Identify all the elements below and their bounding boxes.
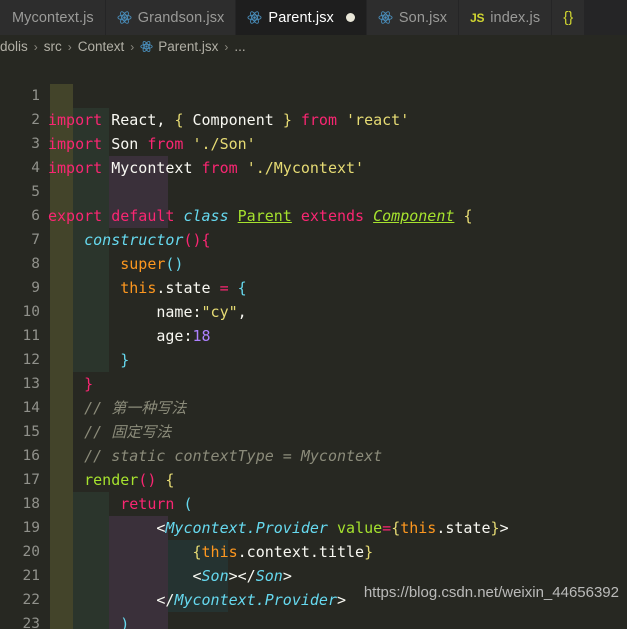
code-line: 9 name:"cy", [0, 252, 627, 321]
javascript-icon: JS [470, 10, 485, 25]
react-icon [140, 40, 153, 53]
code-line: 15 // static contextType = Mycontext [0, 396, 627, 465]
code-line: 20 <Son></Son> [0, 516, 627, 585]
breadcrumb-item-context[interactable]: Context [78, 39, 125, 54]
react-icon [378, 10, 393, 25]
tab-label: Mycontext.js [12, 9, 94, 26]
breadcrumb-item-file[interactable]: Parent.jsx [158, 39, 218, 54]
tab-parent-jsx[interactable]: Parent.jsx [236, 0, 367, 35]
watermark-url: https://blog.csdn.net/weixin_44656392 [363, 584, 619, 601]
tab-mycontext-js[interactable]: Mycontext.js [0, 0, 106, 35]
tab-son-jsx[interactable]: Son.jsx [366, 0, 460, 35]
chevron-right-icon: › [130, 39, 135, 54]
tab-grandson-jsx[interactable]: Grandson.jsx [105, 0, 237, 35]
tab-label: Grandson.jsx [137, 9, 225, 26]
breadcrumb: dolis › src › Context › Parent.jsx › ... [0, 35, 627, 58]
chevron-right-icon: › [33, 39, 38, 54]
code-line: 21 </Mycontext.Provider> [0, 540, 627, 609]
code-line: 3 import Mycontext from './Mycontext' [0, 108, 627, 177]
code-line: 5 export default class Parent extends Co… [0, 156, 627, 225]
code-line: 4 [0, 132, 627, 176]
code-line: 24 } [0, 612, 627, 629]
breadcrumb-item-src[interactable]: src [44, 39, 62, 54]
code-line: 14 // 固定写法 [0, 372, 627, 441]
unsaved-changes-dot[interactable] [345, 13, 355, 22]
code-line: 12 } [0, 324, 627, 393]
chevron-right-icon: › [224, 39, 229, 54]
react-icon [247, 10, 262, 25]
code-line: 7 super() [0, 204, 627, 273]
tab-label: Son.jsx [398, 9, 448, 26]
code-editor[interactable]: 1 import React, { Component } from 'reac… [0, 58, 627, 629]
tab-index-js[interactable]: JS index.js [459, 0, 553, 35]
json-brace-icon: {} [563, 9, 574, 26]
code-line: 6 constructor(){ [0, 180, 627, 249]
code-lines: 1 import React, { Component } from 'reac… [0, 58, 627, 629]
code-line: 8 this.state = { [0, 228, 627, 297]
tab-json-file[interactable]: {} [552, 0, 586, 35]
code-line: 10 age:18 [0, 276, 627, 345]
tab-label: index.js [490, 9, 541, 26]
code-line: 17 return ( [0, 444, 627, 513]
code-line: 18 <Mycontext.Provider value={this.state… [0, 468, 627, 537]
code-line: 1 import React, { Component } from 'reac… [0, 60, 627, 129]
breadcrumb-item-root[interactable]: dolis [0, 39, 28, 54]
breadcrumb-item-overflow[interactable]: ... [234, 39, 245, 54]
code-line: 11 } [0, 300, 627, 369]
editor-tab-bar: Mycontext.js Grandson.jsx Parent.jsx Son… [0, 0, 627, 35]
chevron-right-icon: › [67, 39, 72, 54]
tab-label: Parent.jsx [268, 9, 334, 26]
code-line: 2 import Son from './Son' [0, 84, 627, 153]
code-line: 19 {this.context.title} [0, 492, 627, 561]
react-icon [117, 10, 132, 25]
code-line: 13 // 第一种写法 [0, 348, 627, 417]
code-line: 16 render() { [0, 420, 627, 489]
